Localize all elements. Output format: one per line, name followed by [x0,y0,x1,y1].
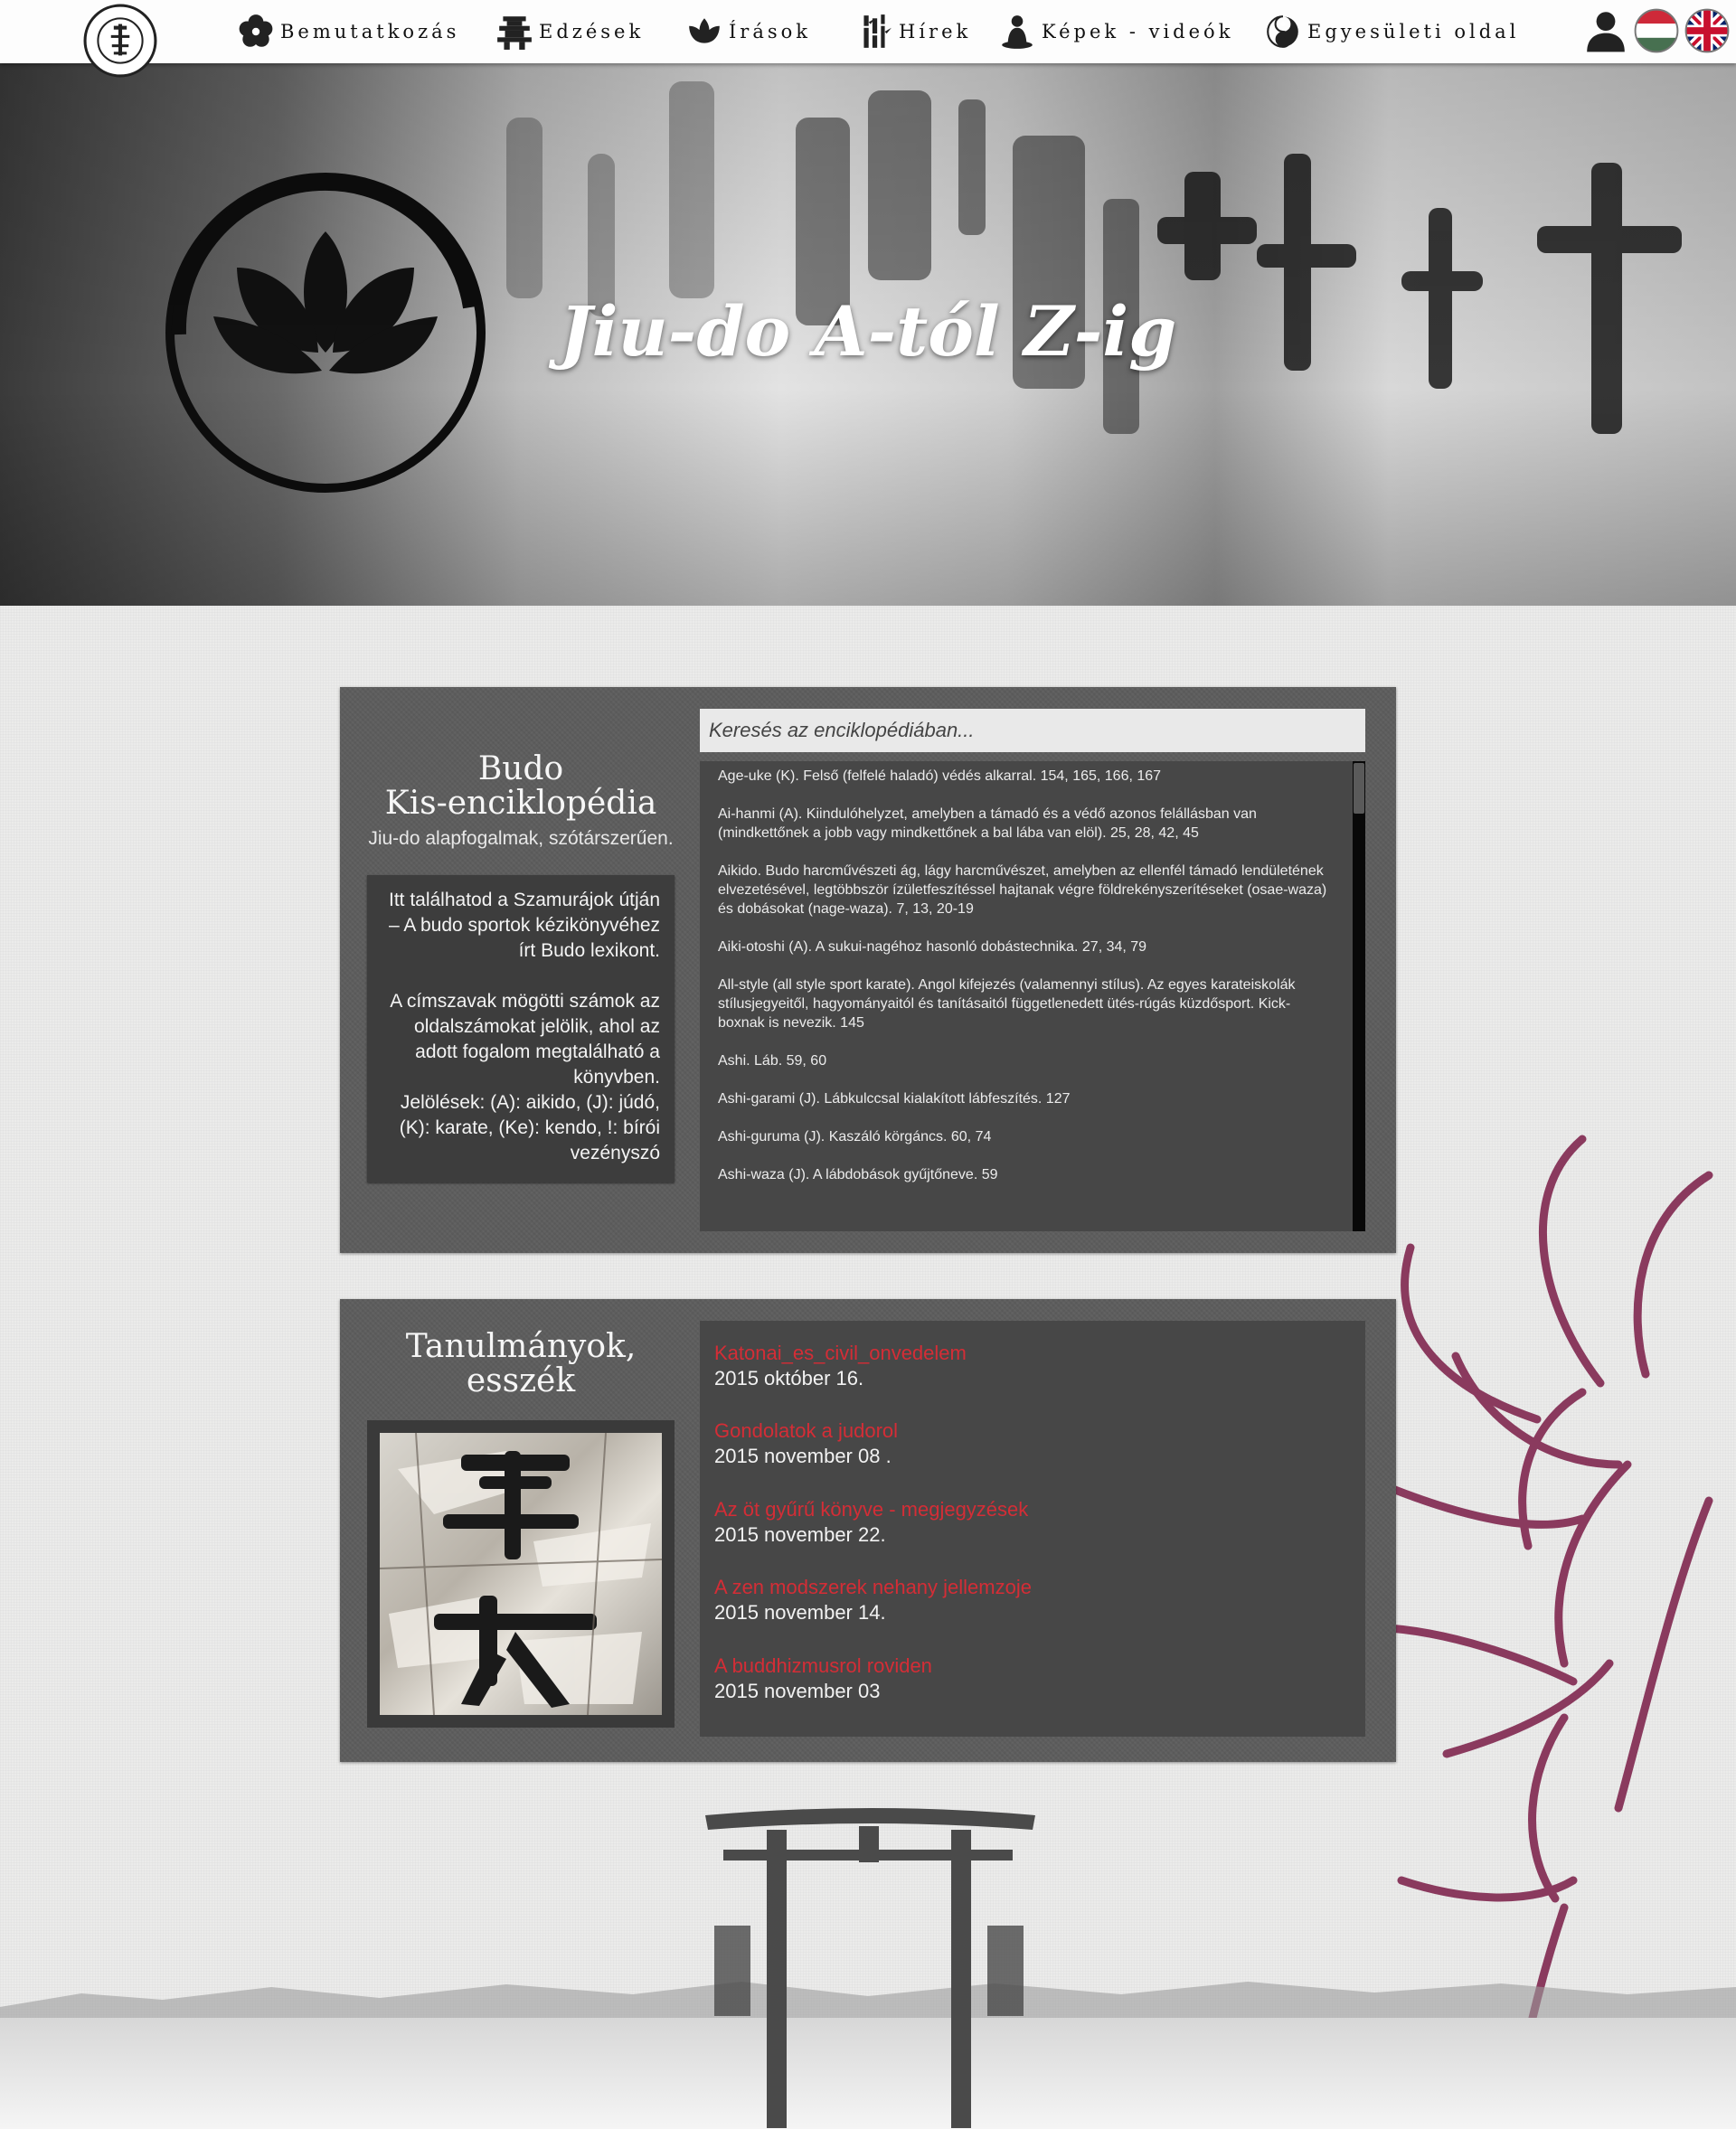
nav-item-irasok[interactable]: Írások [685,11,811,52]
encyclopedia-entry-list[interactable]: Age-uke (K). Felső (felfelé haladó) védé… [700,761,1365,1231]
user-icon[interactable] [1582,7,1629,54]
encyclopedia-subtitle: Jiu-do alapfogalmak, szótárszerűen. [368,828,674,849]
essay-link[interactable]: Katonai_es_civil_onvedelem [714,1341,967,1366]
koi-icon [1267,15,1298,48]
top-navigation: Bemutatkozás Edzések Írások Hírek Képek … [0,0,1736,63]
info-paragraph: Itt találhatod a Szamurájok útján – A bu… [388,890,660,961]
list-item[interactable]: Ashi. Láb. 59, 60 [718,1051,1329,1070]
nav-item-egyesuleti-oldal[interactable]: Egyesületi oldal [1264,11,1519,52]
essay-link[interactable]: A buddhizmusrol roviden [714,1653,932,1679]
calligraphy-image [380,1433,662,1715]
list-item[interactable]: Ashi-garami (J). Lábkulccsal kialakított… [718,1089,1329,1108]
essay-date: 2015 november 03 [714,1680,881,1702]
nav-item-kepek-videok[interactable]: Képek - videók [998,11,1233,52]
list-item: A buddhizmusrol roviden 2015 november 03 [714,1653,932,1704]
list-item[interactable]: Aiki-otoshi (A). A sukui-nagéhoz hasonló… [718,937,1329,956]
info-paragraph: Jelölések: (A): aikido, (J): júdó, (K): … [399,1092,660,1163]
torii-gate-scene [0,1808,1736,2129]
encyclopedia-panel: Budo Kis-enciklopédia Jiu-do alapfogalma… [340,687,1396,1253]
info-paragraph: A címszavak mögötti számok az oldalszámo… [390,991,660,1088]
list-item[interactable]: Ashi-guruma (J). Kaszáló körgáncs. 60, 7… [718,1127,1329,1146]
bamboo-icon [863,14,892,48]
essays-image-frame [367,1420,675,1728]
hero-banner: Jiu-do A-tól Z-ig [0,63,1736,606]
nav-label: Képek - videók [1042,21,1234,42]
list-item: Katonai_es_civil_onvedelem 2015 október … [714,1341,967,1391]
list-item[interactable]: Ashi-waza (J). A lábdobások gyűjtőneve. … [718,1165,1329,1184]
list-item[interactable]: Age-uke (K). Felső (felfelé haladó) védé… [718,767,1329,786]
encyclopedia-title-line2: Kis-enciklopédia [384,785,657,822]
encyclopedia-info-box: Itt találhatod a Szamurájok útján – A bu… [367,875,675,1182]
essay-date: 2015 október 16. [714,1367,864,1390]
essays-panel: Tanulmányok, esszék Katonai_es_civil_onv… [340,1299,1396,1762]
hero-title: Jiu-do A-tól Z-ig [559,291,1177,372]
nav-label: Edzések [539,21,645,42]
list-item[interactable]: Aikido. Budo harcművészeti ág, lágy harc… [718,862,1329,918]
lotus-icon [689,18,720,43]
nav-label: Hírek [899,21,972,42]
scrollbar-thumb[interactable] [1354,763,1364,814]
list-item: Az öt gyűrű könyve - megjegyzések 2015 n… [714,1497,1028,1548]
essays-sidebar: Tanulmányok, esszék [340,1299,702,1762]
nav-label: Egyesületi oldal [1307,21,1520,42]
essays-list: Katonai_es_civil_onvedelem 2015 október … [700,1321,1365,1737]
essay-date: 2015 november 14. [714,1601,886,1624]
essays-title-line2: esszék [466,1362,576,1399]
essay-link[interactable]: Gondolatok a judorol [714,1418,898,1444]
entry-list-scrollbar[interactable] [1353,761,1365,1231]
encyclopedia-search-input[interactable] [700,709,1365,752]
pagoda-icon [497,16,532,50]
nav-label: Bemutatkozás [280,21,460,42]
nav-label: Írások [729,21,811,42]
essays-title-line1: Tanulmányok, [405,1328,637,1365]
nav-item-hirek[interactable]: Hírek [855,11,971,52]
essay-link[interactable]: Az öt gyűrű könyve - megjegyzések [714,1497,1028,1522]
club-logo[interactable] [83,4,157,78]
hungarian-flag-icon[interactable] [1633,7,1680,54]
list-item[interactable]: All-style (all style sport karate). Ango… [718,975,1329,1032]
nav-item-edzesek[interactable]: Edzések [495,11,644,52]
nav-item-bemutatkozas[interactable]: Bemutatkozás [237,11,459,52]
essay-date: 2015 november 22. [714,1523,886,1546]
essay-date: 2015 november 08 . [714,1445,892,1467]
uk-flag-icon[interactable] [1684,7,1731,54]
essay-link[interactable]: A zen modszerek nehany jellemzoje [714,1575,1032,1600]
list-item: A zen modszerek nehany jellemzoje 2015 n… [714,1575,1032,1625]
buddha-icon [1002,15,1033,49]
header-right-icons [1582,7,1736,56]
encyclopedia-title-line1: Budo [477,750,564,787]
list-item: Gondolatok a judorol 2015 november 08 . [714,1418,898,1469]
encyclopedia-sidebar: Budo Kis-enciklopédia Jiu-do alapfogalma… [340,687,702,1253]
sakura-icon [239,14,273,47]
list-item[interactable]: Ai-hanmi (A). Kiindulóhelyzet, amelyben … [718,805,1329,843]
